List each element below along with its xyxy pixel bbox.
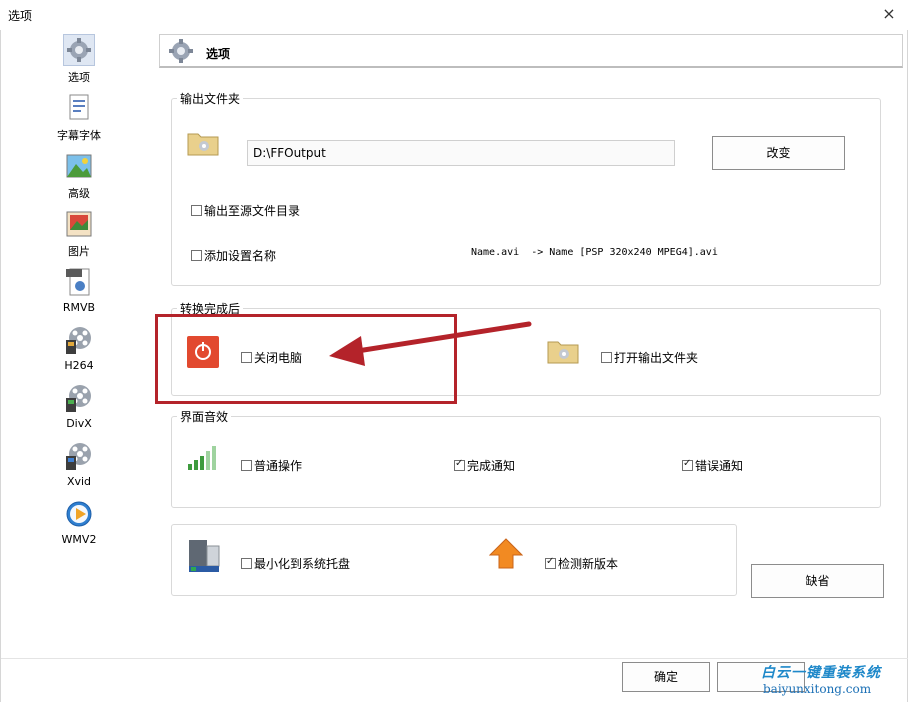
sound-effects-title: 界面音效 — [177, 408, 232, 425]
checkbox-box[interactable] — [454, 458, 465, 471]
sidebar-item-divx[interactable]: DivX — [41, 382, 117, 430]
checkbox-box[interactable] — [545, 556, 556, 569]
options-window: 选项 字幕字体 高级 图片 RMVB H264 DivX Xvid WMV2 选… — [0, 30, 908, 702]
sidebar-item-h264[interactable]: H264 — [41, 324, 117, 372]
gear-options-icon — [166, 37, 196, 65]
sidebar-item-label: 图片 — [68, 245, 90, 258]
sidebar-item-options[interactable]: 选项 — [41, 34, 117, 85]
complete-notify-checkbox[interactable]: 完成通知 — [454, 457, 515, 474]
xvid-film-reel-icon — [63, 440, 95, 472]
annotation-arrow — [329, 321, 532, 366]
wmv2-media-icon — [63, 498, 95, 530]
advanced-landscape-icon — [63, 150, 95, 182]
checkbox-label: 打开输出文件夹 — [614, 351, 699, 365]
sidebar-item-label: 字幕字体 — [57, 129, 101, 142]
subtitle-font-icon — [63, 92, 95, 124]
picture-icon — [63, 208, 95, 240]
sidebar-item-label: DivX — [66, 417, 92, 430]
sidebar-item-wmv2[interactable]: WMV2 — [41, 498, 117, 546]
ok-button[interactable]: 确定 — [622, 662, 710, 692]
divx-film-reel-icon — [63, 382, 95, 414]
sidebar-item-label: 选项 — [68, 71, 90, 84]
checkbox-box[interactable] — [601, 352, 612, 363]
folder-icon — [187, 130, 219, 156]
sidebar-item-label: Xvid — [66, 475, 92, 488]
checkbox-label: 完成通知 — [467, 459, 516, 473]
checkbox-box[interactable] — [191, 250, 202, 261]
checkbox-label: 检测新版本 — [558, 557, 619, 571]
watermark: 白云一键重装系统 baiyunxitong.com — [749, 658, 908, 702]
add-setting-name-checkbox[interactable]: 添加设置名称 — [191, 247, 276, 264]
checkbox-label: 普通操作 — [254, 459, 303, 473]
rmvb-file-icon — [63, 266, 95, 298]
sidebar-item-xvid[interactable]: Xvid — [41, 440, 117, 488]
checkbox-label: 输出至源文件目录 — [204, 204, 301, 218]
gear-options-icon — [63, 34, 95, 66]
folder-icon — [547, 338, 579, 364]
sidebar-item-picture[interactable]: 图片 — [41, 208, 117, 259]
error-notify-checkbox[interactable]: 错误通知 — [682, 457, 743, 474]
minimize-to-tray-checkbox[interactable]: 最小化到系统托盘 — [241, 555, 350, 572]
update-arrow-icon — [488, 538, 524, 570]
open-output-folder-checkbox[interactable]: 打开输出文件夹 — [601, 349, 698, 366]
output-to-source-checkbox[interactable]: 输出至源文件目录 — [191, 202, 300, 219]
h264-film-reel-icon — [63, 324, 95, 356]
name-example-text: Name.avi -> Name [PSP 320x240 MPEG4].avi — [471, 247, 718, 258]
default-button[interactable]: 缺省 — [751, 564, 884, 598]
page-title: 选项 — [206, 47, 231, 61]
sidebar-item-label: RMVB — [62, 301, 96, 314]
sidebar-item-label: 高级 — [68, 187, 90, 200]
checkbox-label: 添加设置名称 — [204, 249, 277, 263]
watermark-line1: 白云一键重装系统 — [761, 665, 881, 681]
watermark-line2: baiyunxitong.com — [763, 682, 872, 696]
sidebar-item-label: H264 — [64, 359, 94, 372]
checkbox-box[interactable] — [682, 458, 693, 471]
checkbox-label: 错误通知 — [695, 459, 744, 473]
checkbox-box[interactable] — [241, 558, 252, 569]
sidebar-item-advanced[interactable]: 高级 — [41, 150, 117, 201]
volume-bars-icon — [187, 444, 219, 472]
checkbox-label: 最小化到系统托盘 — [254, 557, 351, 571]
close-icon[interactable]: × — [880, 5, 898, 23]
sidebar-item-subtitle-font[interactable]: 字幕字体 — [41, 92, 117, 143]
title-bar: 选项 × — [0, 0, 908, 30]
output-folder-title: 输出文件夹 — [177, 90, 244, 107]
output-path-input[interactable] — [247, 140, 675, 166]
check-update-checkbox[interactable]: 检测新版本 — [545, 555, 618, 572]
system-tray-icon — [187, 538, 221, 574]
checkbox-box[interactable] — [241, 460, 252, 471]
sidebar-item-rmvb[interactable]: RMVB — [41, 266, 117, 314]
window-title: 选项 — [8, 9, 33, 23]
sidebar-item-label: WMV2 — [61, 533, 97, 546]
normal-operation-checkbox[interactable]: 普通操作 — [241, 457, 302, 474]
change-folder-button[interactable]: 改变 — [712, 136, 845, 170]
page-header: 选项 — [159, 34, 903, 68]
checkbox-box[interactable] — [191, 205, 202, 216]
